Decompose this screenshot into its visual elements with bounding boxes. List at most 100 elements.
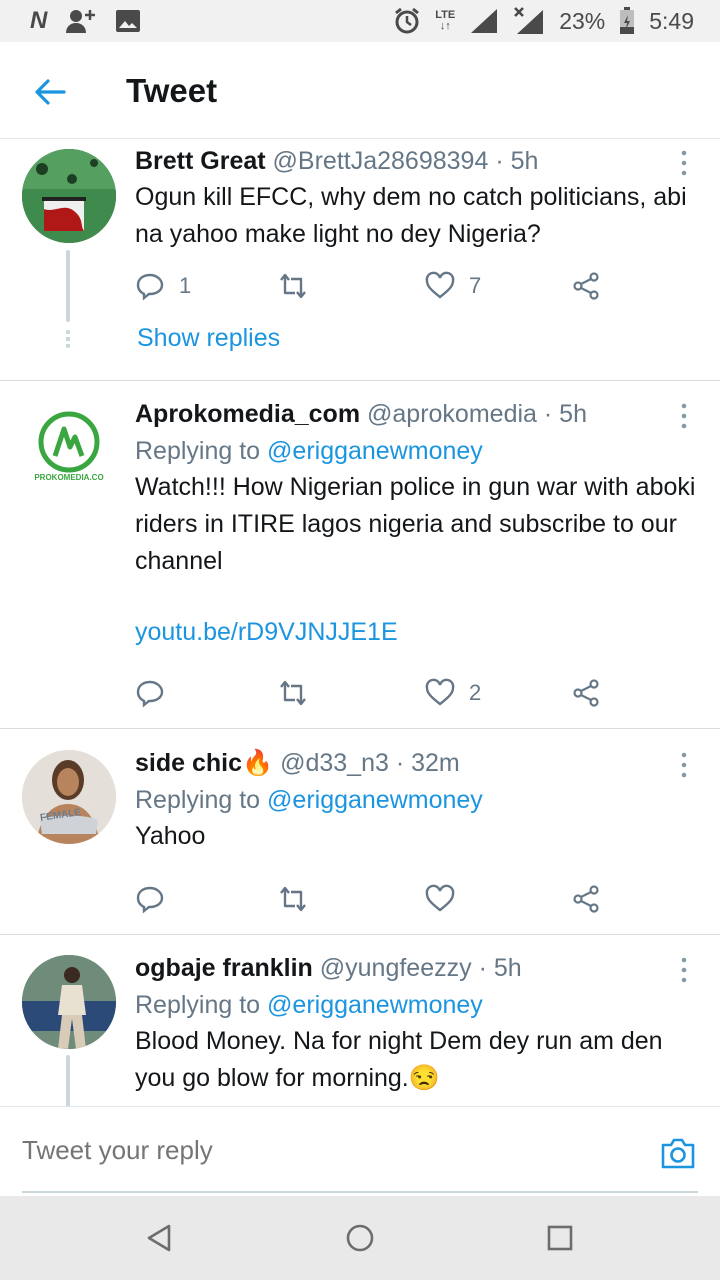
like-button[interactable] <box>425 881 469 917</box>
author-handle[interactable]: @aprokomedia <box>367 400 537 428</box>
author-handle[interactable]: @yungfeezzy <box>320 954 472 982</box>
separator: · <box>478 954 487 982</box>
retweet-button[interactable] <box>278 268 308 304</box>
avatar[interactable]: FEMALE <box>22 750 116 844</box>
back-triangle-icon[interactable] <box>144 1222 176 1254</box>
reply-icon <box>136 680 164 708</box>
status-bar: N LTE ↓↑ 23% 5:49 <box>0 0 720 42</box>
like-button[interactable]: 7 <box>425 268 481 304</box>
share-icon <box>573 272 599 300</box>
replying-to-mention[interactable]: @erigganewmoney <box>267 991 483 1019</box>
tweet-header: Brett Great @BrettJa28698394 · 5h <box>135 145 700 177</box>
add-user-icon <box>66 10 96 33</box>
replying-to-label: Replying to <box>135 991 268 1019</box>
tweet-text: Watch!!! How Nigerian police in gun war … <box>135 473 696 575</box>
replying-to-mention[interactable]: @erigganewmoney <box>267 786 483 814</box>
author-name[interactable]: Brett Great <box>135 147 266 175</box>
tweet-text: Ogun kill EFCC, why dem no catch politic… <box>135 183 687 248</box>
author-name[interactable]: ogbaje franklin <box>135 954 313 982</box>
tweet-actions: 1 7 <box>135 268 615 304</box>
separator: · <box>395 749 405 777</box>
tweet-item[interactable]: PROKOMEDIA.CO Aprokomedia_com @aprokomed… <box>0 381 720 729</box>
recents-square-icon[interactable] <box>544 1222 576 1254</box>
heart-icon <box>425 884 455 912</box>
image-icon <box>116 10 141 32</box>
tweet-content: Aprokomedia_com @aprokomedia · 5h Replyi… <box>135 398 700 648</box>
reply-button[interactable] <box>135 675 179 711</box>
author-name[interactable]: side chic🔥 <box>135 749 273 777</box>
page-title: Tweet <box>126 72 218 109</box>
timestamp: 5h <box>510 147 539 175</box>
share-button[interactable] <box>571 268 601 304</box>
more-options-icon[interactable] <box>674 751 694 781</box>
avatar-caption: PROKOMEDIA.CO <box>34 473 104 482</box>
alarm-icon <box>395 7 420 34</box>
signal-icon <box>471 9 498 33</box>
avatar[interactable]: PROKOMEDIA.CO <box>22 401 116 495</box>
replying-to-label: Replying to <box>135 786 268 814</box>
thread-line <box>66 1055 70 1106</box>
more-options-icon[interactable] <box>674 402 694 432</box>
heart-icon <box>425 271 455 299</box>
heart-icon <box>425 678 455 706</box>
tweet-item[interactable]: ogbaje franklin @yungfeezzy · 5h Replyin… <box>0 935 720 1106</box>
show-replies-link[interactable]: Show replies <box>137 324 280 353</box>
thread-line-dotted <box>66 330 70 348</box>
tweet-header: side chic🔥 @d33_n3 · 32m <box>135 747 700 779</box>
tweet-actions <box>135 881 615 917</box>
replying-to-label: Replying to <box>135 437 268 465</box>
camera-icon[interactable] <box>660 1135 696 1171</box>
like-count: 2 <box>469 680 482 705</box>
retweet-button[interactable] <box>278 675 308 711</box>
avatar[interactable] <box>22 149 116 243</box>
share-button[interactable] <box>571 881 601 917</box>
timestamp: 32m <box>411 749 460 777</box>
replying-to: Replying to @erigganewmoney <box>135 989 700 1021</box>
retweet-icon <box>280 886 306 912</box>
timestamp: 5h <box>559 400 587 428</box>
reply-button[interactable]: 1 <box>135 268 191 304</box>
tweet-text: Yahoo <box>135 822 206 850</box>
author-name[interactable]: Aprokomedia_com <box>135 400 360 428</box>
battery-percent: 23% <box>559 7 606 34</box>
like-button[interactable]: 2 <box>425 675 481 711</box>
thread-line <box>66 250 70 322</box>
back-arrow-icon[interactable] <box>30 72 70 112</box>
avatar-image <box>22 955 116 1049</box>
share-icon <box>573 885 599 913</box>
tweet-text: Blood Money. Na for night Dem dey run am… <box>135 1027 663 1092</box>
system-nav-bar <box>0 1196 720 1280</box>
replying-to-mention[interactable]: @erigganewmoney <box>267 437 483 465</box>
more-options-icon[interactable] <box>674 149 694 179</box>
reply-input[interactable] <box>22 1135 582 1166</box>
reply-count: 1 <box>179 273 192 298</box>
author-handle[interactable]: @d33_n3 <box>280 749 389 777</box>
share-button[interactable] <box>571 675 601 711</box>
tweet-item[interactable]: FEMALE side chic🔥 @d33_n3 · 32m Replying… <box>0 729 720 935</box>
tweet-link[interactable]: youtu.be/rD9VJNJJE1E <box>135 616 700 648</box>
avatar[interactable] <box>22 955 116 1049</box>
tweet-content: Brett Great @BrettJa28698394 · 5h Ogun k… <box>135 145 700 253</box>
tweet-header: Aprokomedia_com @aprokomedia · 5h <box>135 398 700 430</box>
reply-button[interactable] <box>135 881 179 917</box>
separator: · <box>543 400 553 428</box>
tweet-item[interactable]: Brett Great @BrettJa28698394 · 5h Ogun k… <box>0 140 720 381</box>
reply-icon <box>136 886 164 914</box>
tweet-header: ogbaje franklin @yungfeezzy · 5h <box>135 952 700 984</box>
app-bar: Tweet <box>0 42 720 139</box>
retweet-button[interactable] <box>278 881 308 917</box>
more-options-icon[interactable] <box>674 956 694 986</box>
retweet-icon <box>280 680 306 706</box>
signal-x-icon <box>514 7 544 34</box>
tweet-content: ogbaje franklin @yungfeezzy · 5h Replyin… <box>135 952 700 1097</box>
home-circle-icon[interactable] <box>344 1222 376 1254</box>
author-handle[interactable]: @BrettJa28698394 <box>273 147 489 175</box>
reply-icon <box>136 273 164 301</box>
avatar-image <box>22 149 116 243</box>
avatar-image <box>22 750 116 844</box>
tweet-content: side chic🔥 @d33_n3 · 32m Replying to @er… <box>135 747 700 855</box>
lte-indicator: LTE ↓↑ <box>435 9 456 32</box>
n-icon: N <box>30 7 48 34</box>
clock: 5:49 <box>649 7 694 34</box>
reply-feed: Brett Great @BrettJa28698394 · 5h Ogun k… <box>0 140 720 1106</box>
